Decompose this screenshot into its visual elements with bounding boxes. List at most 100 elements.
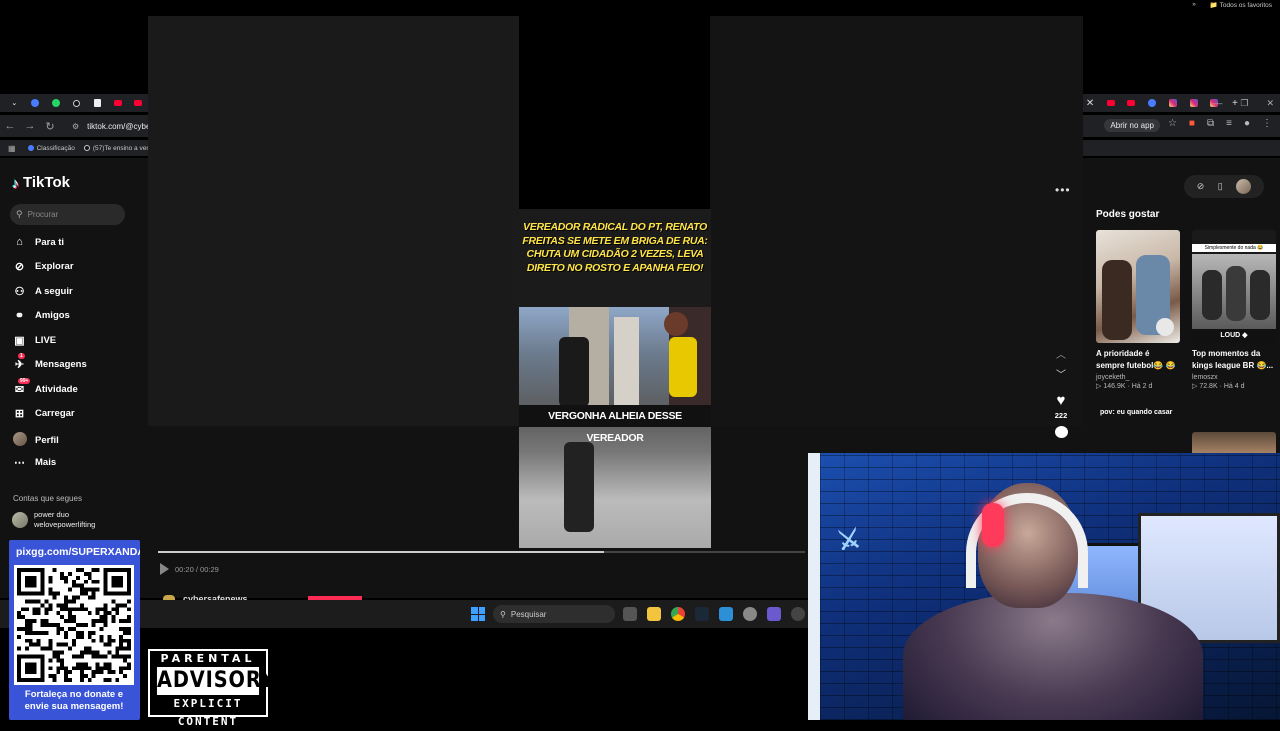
- video-progress-bar[interactable]: [158, 551, 805, 553]
- sidebar-item-label: LIVE: [35, 335, 57, 346]
- browser-tab[interactable]: [66, 94, 87, 112]
- sidebar-item-label: Explorar: [35, 261, 74, 272]
- apps-grid-icon[interactable]: ▦: [8, 144, 16, 153]
- search-placeholder: Procurar: [27, 210, 59, 219]
- back-icon[interactable]: ←: [0, 120, 20, 132]
- tab-favicon-icon: [1148, 99, 1157, 107]
- browser-tab[interactable]: [128, 94, 149, 112]
- sidebar-item-live[interactable]: ▣ LIVE: [12, 334, 56, 347]
- previous-video-icon[interactable]: ︿: [1056, 346, 1066, 366]
- recommended-video[interactable]: Simplesmente do nada 😂 LOUD ◆ Top moment…: [1192, 230, 1276, 390]
- explore-icon[interactable]: ⊘: [1197, 181, 1205, 192]
- profile-icon[interactable]: ●: [1244, 118, 1250, 129]
- sidebar-item-explorar[interactable]: ⊘ Explorar: [12, 260, 74, 273]
- more-options-icon[interactable]: •••: [1055, 183, 1071, 197]
- profile-avatar: [12, 432, 27, 449]
- windows-start-icon[interactable]: [471, 607, 485, 621]
- donate-url: pixgg.com/SUPERXANDA: [16, 546, 140, 558]
- all-bookmarks[interactable]: 📁 Todos os favoritos: [1210, 1, 1272, 9]
- sidebar-item-carregar[interactable]: ⊞ Carregar: [12, 407, 75, 420]
- settings-icon[interactable]: [743, 607, 757, 621]
- tab-list-icon[interactable]: ⌄: [4, 94, 25, 112]
- site-info-icon[interactable]: ⚙: [72, 122, 79, 131]
- tiktok-logo[interactable]: ♪ TikTok: [12, 174, 70, 191]
- browser-tab[interactable]: [1121, 94, 1142, 112]
- profile-avatar[interactable]: [1236, 179, 1252, 194]
- parental-advisory-logo: PARENTAL ADVISORY EXPLICIT CONTENT: [148, 649, 275, 728]
- video-frame[interactable]: VEREADOR RADICAL DO PT, RENATO FREITAS S…: [519, 209, 711, 548]
- browser-tab[interactable]: [1100, 94, 1121, 112]
- open-app-button[interactable]: Abrir no app: [1104, 119, 1160, 132]
- sidebar-item-para-ti[interactable]: ⌂ Para ti: [12, 236, 64, 248]
- like-icon[interactable]: ♥: [1057, 392, 1066, 409]
- advisory-line-1: PARENTAL: [160, 652, 256, 665]
- app-icon[interactable]: [791, 607, 805, 621]
- advisory-line-3: EXPLICIT CONTENT: [173, 697, 243, 728]
- notification-badge: 1: [18, 353, 25, 359]
- following-account[interactable]: power duo welovepowerlifting: [12, 510, 95, 530]
- tab-favicon-icon: [1189, 99, 1198, 107]
- webcam-feed: ⚔: [808, 453, 1280, 720]
- tab-favicon-icon: [1106, 100, 1115, 106]
- browser-tab[interactable]: [87, 94, 108, 112]
- browser-tab[interactable]: [107, 94, 128, 112]
- browser-tab[interactable]: [1163, 94, 1184, 112]
- sidebar-item-amigos[interactable]: ⚭ Amigos: [12, 309, 70, 322]
- media-icon[interactable]: ≡: [1226, 118, 1232, 129]
- minimize-icon[interactable]: —: [1213, 98, 1222, 108]
- sidebar-item-perfil[interactable]: Perfil: [12, 432, 59, 449]
- qr-code: [14, 565, 134, 685]
- more-icon: ⋯: [14, 457, 25, 469]
- bookmarks-overflow-icon[interactable]: »: [1192, 1, 1196, 9]
- tab-favicon-icon: [93, 99, 101, 107]
- app-icon[interactable]: [719, 607, 733, 621]
- live-icon: ▣: [14, 335, 25, 347]
- chrome-icon[interactable]: [671, 607, 685, 621]
- friends-icon: ⚭: [14, 310, 25, 322]
- reload-icon[interactable]: ↻: [40, 120, 60, 133]
- play-icon[interactable]: [160, 563, 169, 575]
- search-input[interactable]: ⚲ Procurar: [10, 204, 125, 225]
- steam-icon[interactable]: [695, 607, 709, 621]
- sidebar-item-a-seguir[interactable]: ⚇ A seguir: [12, 285, 73, 298]
- app-icon[interactable]: [767, 607, 781, 621]
- browser-tab[interactable]: [1183, 94, 1204, 112]
- all-bookmarks-label: Todos os favoritos: [1219, 2, 1272, 9]
- next-video-icon[interactable]: ﹀: [1056, 366, 1066, 386]
- taskbar-search[interactable]: ⚲ Pesquisar: [493, 605, 615, 623]
- tiktok-note-icon: ♪: [12, 174, 19, 191]
- tab-favicon-icon: [1127, 100, 1136, 106]
- headphone-earcup: [982, 503, 1004, 547]
- forward-icon[interactable]: →: [20, 120, 40, 132]
- maximize-icon[interactable]: ❐: [1240, 98, 1248, 109]
- sidebar-item-label: Mensagens: [35, 359, 87, 370]
- star-icon[interactable]: ☆: [1168, 118, 1177, 129]
- recommended-video[interactable]: A prioridade é sempre futebol😂 😂 joyceke…: [1096, 230, 1180, 390]
- tab-favicon-icon: [134, 100, 143, 106]
- globe-icon: [27, 145, 34, 151]
- task-view-icon[interactable]: [623, 607, 637, 621]
- browser-tab[interactable]: [45, 94, 66, 112]
- recommended-video-meta: ▷ 72.8K · Há 4 d: [1192, 383, 1245, 390]
- browser-tab[interactable]: [1142, 94, 1163, 112]
- video-actions: ︿ ﹀ ♥ 222: [1048, 346, 1074, 438]
- extension-icon[interactable]: ■: [1189, 118, 1195, 129]
- sidebar-item-atividade[interactable]: ✉ 99+ Atividade: [12, 378, 78, 396]
- file-explorer-icon[interactable]: [647, 607, 661, 621]
- browser-tab[interactable]: [25, 94, 46, 112]
- bookmark-item[interactable]: Classificação: [27, 145, 75, 152]
- close-window-icon[interactable]: ✕: [1266, 98, 1274, 109]
- comment-icon[interactable]: [1054, 426, 1068, 438]
- upload-icon: ⊞: [14, 408, 25, 420]
- sidebar-item-mensagens[interactable]: ✈ 1 Mensagens: [12, 353, 87, 371]
- following-icon: ⚇: [14, 286, 25, 298]
- phone-icon[interactable]: ▯: [1218, 181, 1223, 192]
- recommended-video-title: A prioridade é sempre futebol😂 😂: [1096, 349, 1176, 370]
- search-icon: ⚲: [500, 609, 506, 619]
- sidebar-item-mais[interactable]: ⋯ Mais: [12, 456, 56, 469]
- following-title: Contas que segues: [13, 494, 82, 503]
- menu-icon[interactable]: ⋮: [1262, 118, 1272, 129]
- taskbar-search-label: Pesquisar: [510, 609, 547, 619]
- window-controls: — ❐ ✕: [1213, 94, 1274, 112]
- extensions-icon[interactable]: ⧉: [1207, 118, 1214, 129]
